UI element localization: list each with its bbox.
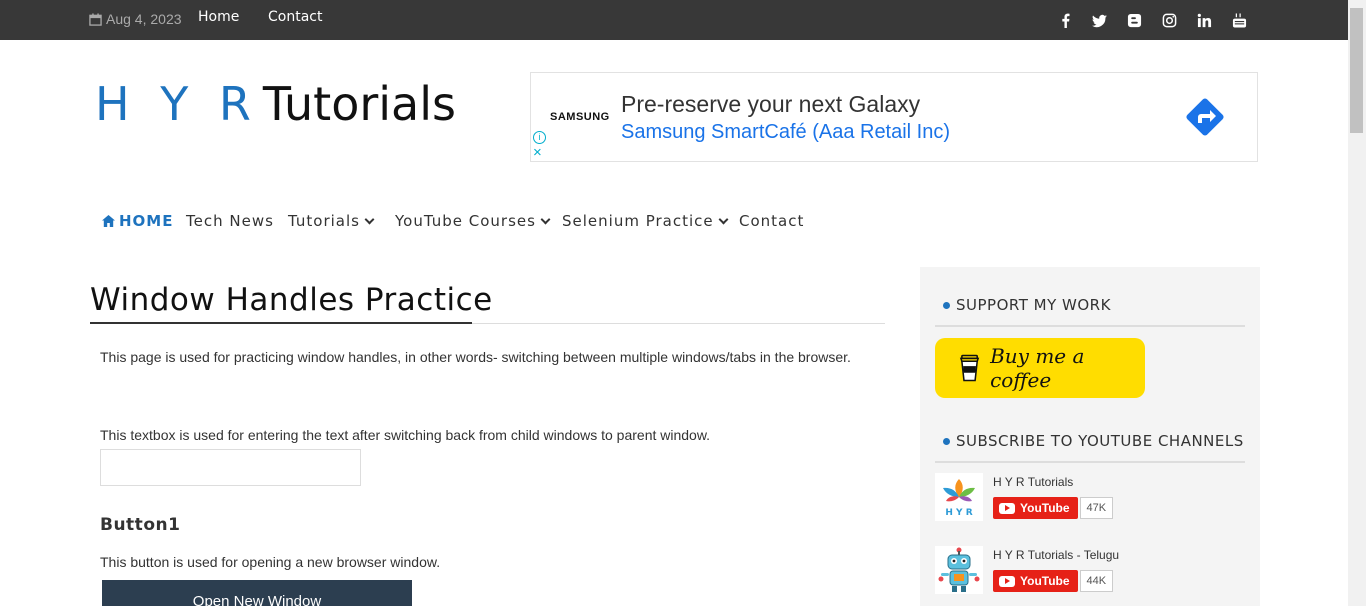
subscribe-heading-text: SUBSCRIBE TO YOUTUBE CHANNELS <box>956 432 1244 450</box>
content-area: Window Handles Practice This page is use… <box>90 247 885 606</box>
bullet-dot <box>943 301 950 309</box>
sidebar-divider <box>935 325 1245 327</box>
hyr-telugu-channel-avatar[interactable] <box>935 546 983 594</box>
twitter-icon[interactable] <box>1091 12 1107 28</box>
channel-name[interactable]: H Y R Tutorials - Telugu <box>993 548 1119 562</box>
linkedin-icon[interactable] <box>1196 12 1212 28</box>
scrollbar-thumb[interactable] <box>1350 8 1363 133</box>
nav-youtube-courses[interactable]: YouTube Courses <box>395 212 551 230</box>
button1-description: This button is used for opening a new br… <box>100 554 441 570</box>
youtube-button[interactable]: YouTube <box>993 570 1078 592</box>
nav-youtube-courses-label: YouTube Courses <box>395 212 536 230</box>
ad-info-icon[interactable]: i <box>533 131 546 144</box>
youtube-button[interactable]: YouTube <box>993 497 1078 519</box>
coffee-cup-icon <box>959 354 980 382</box>
youtube-button-label: YouTube <box>1020 501 1070 515</box>
name-textbox[interactable] <box>100 449 361 486</box>
youtube-icon[interactable] <box>1231 12 1247 28</box>
top-link-contact[interactable]: Contact <box>268 9 322 25</box>
youtube-play-icon <box>999 575 1015 587</box>
nav-selenium-practice-label: Selenium Practice <box>562 212 714 230</box>
sidebar: SUPPORT MY WORK Buy me a coffee SUBSCRIB… <box>920 267 1260 606</box>
nav-home[interactable]: HOME <box>102 212 173 230</box>
youtube-button-label: YouTube <box>1020 574 1070 588</box>
channel-item: H Y R H Y R Tutorials YouTube 47K <box>935 473 1235 523</box>
page-scrollbar[interactable] <box>1348 0 1366 606</box>
coffee-label: Buy me a coffee <box>990 344 1085 392</box>
ad-headline[interactable]: Pre-reserve your next Galaxy <box>621 91 920 118</box>
nav-home-label: HOME <box>119 212 174 230</box>
youtube-subscribe-button[interactable]: YouTube 47K <box>993 497 1114 519</box>
intro-text: This page is used for practicing window … <box>100 349 851 365</box>
support-heading: SUPPORT MY WORK <box>943 296 1111 314</box>
chevron-down-icon <box>540 214 551 225</box>
ad-subline[interactable]: Samsung SmartCafé (Aaa Retail Inc) <box>621 121 950 144</box>
blogger-icon[interactable] <box>1126 12 1142 28</box>
chevron-down-icon <box>718 214 729 225</box>
subscriber-count: 44K <box>1079 570 1114 592</box>
title-underline <box>90 322 472 324</box>
subscriber-count: 47K <box>1079 497 1114 519</box>
calendar-icon <box>89 12 102 26</box>
nav-tutorials-label: Tutorials <box>288 212 360 230</box>
button1-heading: Button1 <box>100 515 181 535</box>
nav-tutorials[interactable]: Tutorials <box>288 212 375 230</box>
site-header: H Y RTutorials SAMSUNG Pre-reserve your … <box>0 40 1348 247</box>
top-bar: Aug 4, 2023 Home Contact <box>0 0 1348 40</box>
date-text: Aug 4, 2023 <box>106 11 182 27</box>
nav-selenium-practice[interactable]: Selenium Practice <box>562 212 729 230</box>
nav-tech-news[interactable]: Tech News <box>186 212 274 230</box>
facebook-icon[interactable] <box>1057 12 1073 28</box>
logo-part-hyr: H Y R <box>95 77 259 131</box>
svg-text:H Y R: H Y R <box>945 508 972 518</box>
support-heading-text: SUPPORT MY WORK <box>956 296 1111 314</box>
buy-me-a-coffee-button[interactable]: Buy me a coffee <box>935 338 1145 398</box>
ad-banner[interactable]: SAMSUNG Pre-reserve your next Galaxy Sam… <box>530 72 1258 162</box>
home-icon <box>102 215 115 227</box>
page-title: Window Handles Practice <box>90 282 493 318</box>
date-display: Aug 4, 2023 <box>89 11 182 27</box>
open-new-window-button[interactable]: Open New Window <box>102 580 412 606</box>
textbox-description: This textbox is used for entering the te… <box>100 427 711 443</box>
youtube-subscribe-button[interactable]: YouTube 44K <box>993 570 1114 592</box>
top-link-home[interactable]: Home <box>198 9 239 25</box>
subscribe-heading: SUBSCRIBE TO YOUTUBE CHANNELS <box>943 432 1244 450</box>
ad-brand: SAMSUNG <box>550 111 610 123</box>
chevron-down-icon <box>364 214 375 225</box>
nav-contact[interactable]: Contact <box>739 212 804 230</box>
ad-close-icon[interactable]: × <box>533 145 542 160</box>
site-logo[interactable]: H Y RTutorials <box>95 77 456 131</box>
main-area: Window Handles Practice This page is use… <box>0 247 1348 606</box>
sidebar-divider <box>935 461 1245 463</box>
directions-arrow-icon[interactable] <box>1181 93 1229 141</box>
instagram-icon[interactable] <box>1161 12 1177 28</box>
channel-name[interactable]: H Y R Tutorials <box>993 475 1073 489</box>
youtube-play-icon <box>999 502 1015 514</box>
hyr-channel-avatar[interactable]: H Y R <box>935 473 983 521</box>
channel-item: H Y R Tutorials - Telugu YouTube 44K <box>935 546 1235 596</box>
logo-part-tutorials: Tutorials <box>262 77 456 131</box>
bullet-dot <box>943 437 950 445</box>
